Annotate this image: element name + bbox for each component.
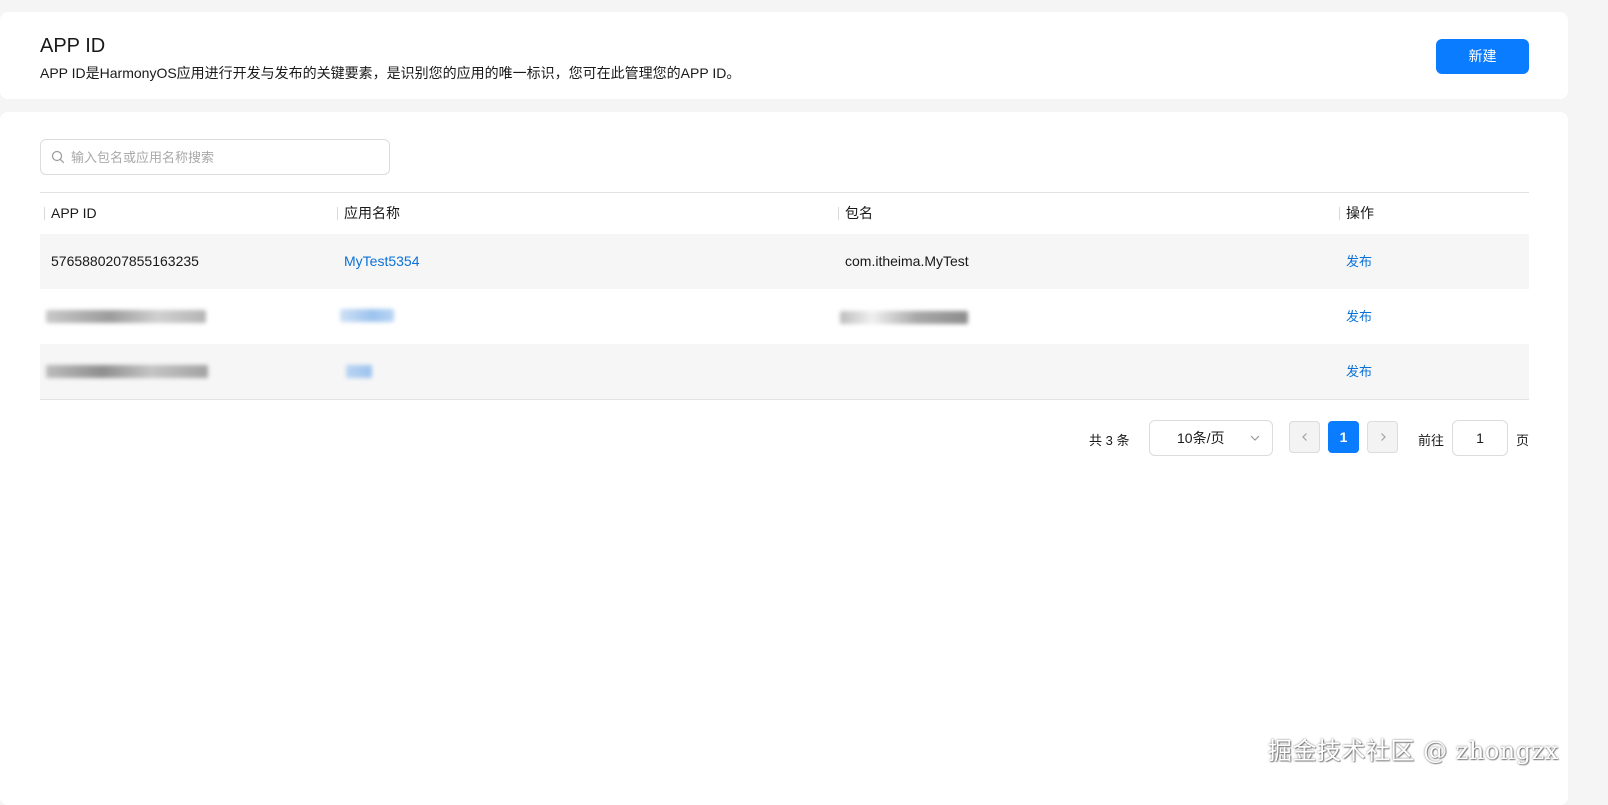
header-card: APP ID APP ID是HarmonyOS应用进行开发与发布的关键要素，是识… bbox=[0, 12, 1568, 99]
page-title: APP ID bbox=[40, 35, 106, 57]
column-divider bbox=[44, 207, 45, 220]
goto-page-input[interactable] bbox=[1452, 420, 1508, 456]
cell-app-name-link[interactable]: MyTest5354 bbox=[344, 234, 419, 289]
pagination: 共 3 条 10条/页 1 前往 页 bbox=[0, 420, 1568, 460]
new-button[interactable]: 新建 bbox=[1436, 39, 1529, 74]
chevron-left-icon bbox=[1301, 433, 1307, 441]
goto-label: 前往 bbox=[1418, 433, 1445, 448]
redacted-app-id bbox=[46, 365, 208, 378]
search-input[interactable] bbox=[71, 140, 381, 174]
page-size-select[interactable]: 10条/页 bbox=[1149, 420, 1273, 456]
watermark: 掘金技术社区 @ zhongzx bbox=[1268, 737, 1559, 765]
redacted-package bbox=[840, 311, 968, 324]
publish-link[interactable]: 发布 bbox=[1346, 234, 1372, 289]
chevron-right-icon bbox=[1380, 433, 1386, 441]
page-suffix-label: 页 bbox=[1516, 433, 1530, 448]
table-row: 发布 bbox=[40, 289, 1529, 344]
main-card: APP ID 应用名称 包名 操作 5765880207855163235 My… bbox=[0, 112, 1568, 805]
redacted-app-id bbox=[46, 310, 206, 323]
page-number-current[interactable]: 1 bbox=[1328, 421, 1359, 453]
column-divider bbox=[1339, 207, 1340, 220]
publish-link[interactable]: 发布 bbox=[1346, 344, 1372, 399]
table-header: APP ID 应用名称 包名 操作 bbox=[40, 193, 1529, 234]
table-row: 5765880207855163235 MyTest5354 com.ithei… bbox=[40, 234, 1529, 289]
page-description: APP ID是HarmonyOS应用进行开发与发布的关键要素，是识别您的应用的唯… bbox=[40, 65, 741, 81]
redacted-app-name bbox=[340, 309, 394, 322]
column-header-app-id: APP ID bbox=[51, 205, 97, 221]
column-divider bbox=[337, 207, 338, 220]
cell-app-id: 5765880207855163235 bbox=[51, 253, 199, 269]
prev-page-button[interactable] bbox=[1289, 421, 1320, 453]
cell-package: com.itheima.MyTest bbox=[845, 253, 969, 269]
column-header-app-name: 应用名称 bbox=[344, 205, 400, 221]
total-count: 共 3 条 bbox=[1089, 433, 1130, 448]
page-size-label: 10条/页 bbox=[1177, 430, 1225, 446]
publish-link[interactable]: 发布 bbox=[1346, 289, 1372, 344]
search-box[interactable] bbox=[40, 139, 390, 175]
redacted-app-name bbox=[346, 365, 372, 378]
app-id-table: APP ID 应用名称 包名 操作 5765880207855163235 My… bbox=[40, 192, 1529, 400]
column-divider bbox=[838, 207, 839, 220]
table-row: 发布 bbox=[40, 344, 1529, 399]
search-icon bbox=[51, 150, 65, 164]
next-page-button[interactable] bbox=[1367, 421, 1398, 453]
column-header-package: 包名 bbox=[845, 205, 873, 221]
chevron-down-icon bbox=[1250, 435, 1260, 441]
column-header-action: 操作 bbox=[1346, 205, 1374, 221]
